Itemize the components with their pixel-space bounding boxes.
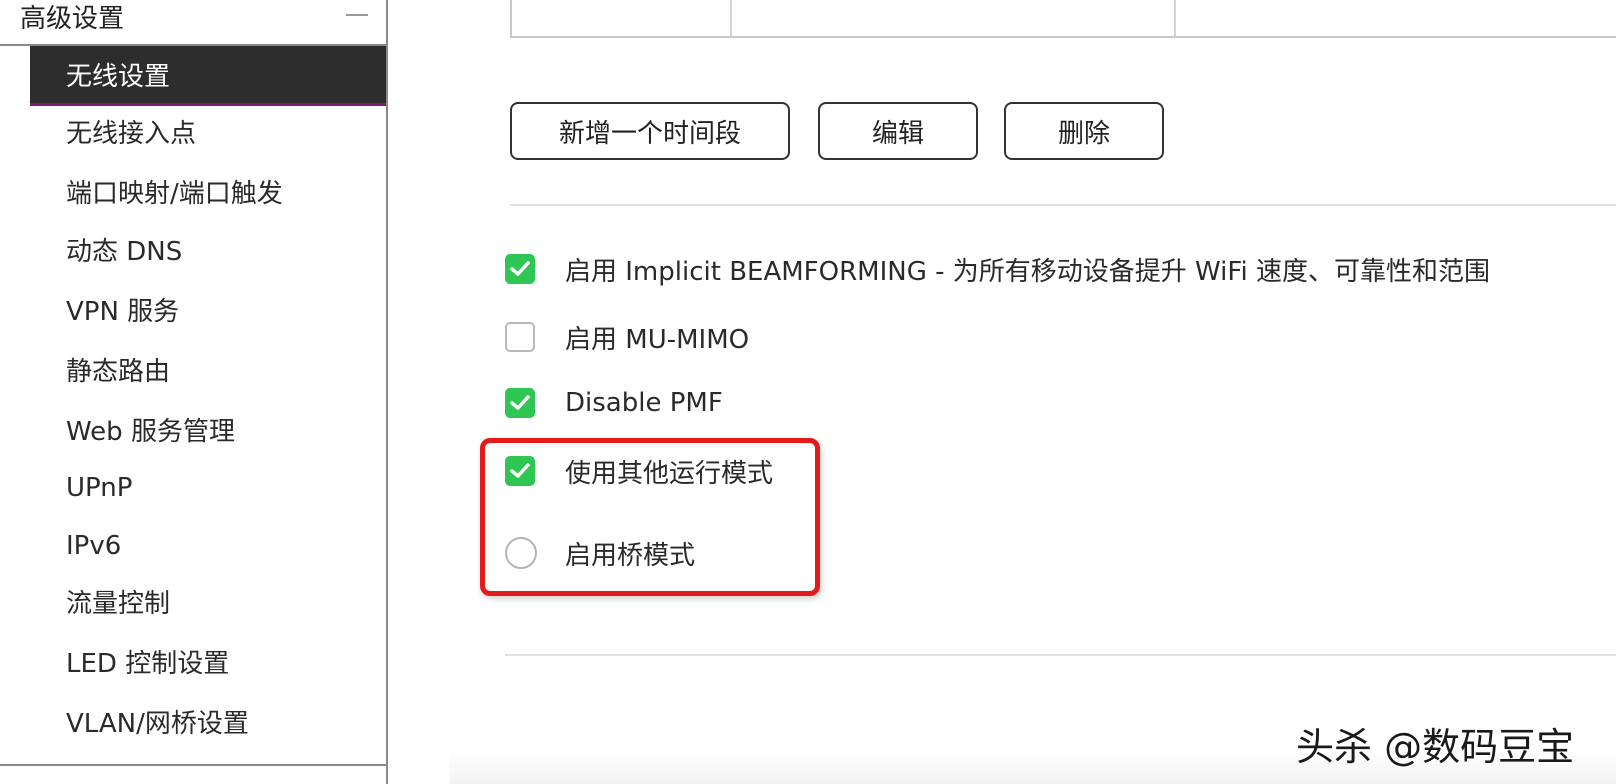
sidebar-item-wireless-settings[interactable]: 无线设置 [30,46,386,106]
sidebar-item-vlan-bridge[interactable]: VLAN/网桥设置 [66,704,249,744]
option-beamforming[interactable]: 启用 Implicit BEAMFORMING - 为所有移动设备提升 WiFi… [505,252,1490,287]
sidebar-item-web-services[interactable]: Web 服务管理 [66,412,235,452]
option-disable-pmf[interactable]: Disable PMF [505,386,723,420]
sidebar-item-ipv6[interactable]: IPv6 [66,526,121,566]
schedule-table [510,0,1616,38]
sidebar-item-access-point[interactable]: 无线接入点 [66,114,196,154]
checkbox-checked[interactable] [505,254,535,284]
sidebar-section-header[interactable]: 高级设置 [0,0,386,46]
option-label: 启用 MU-MIMO [565,324,750,355]
check-icon [510,261,530,276]
sidebar-item-static-routes[interactable]: 静态路由 [66,352,170,392]
checkbox-unchecked[interactable] [505,322,535,352]
check-icon [510,395,530,410]
sidebar-item-ddns[interactable]: 动态 DNS [66,232,182,272]
highlight-annotation-box [480,438,820,596]
delete-button[interactable]: 删除 [1004,102,1164,160]
option-label: 启用 Implicit BEAMFORMING - 为所有移动设备提升 WiFi… [565,256,1490,287]
table-column-divider [1174,0,1176,36]
checkbox-checked[interactable] [505,388,535,418]
sidebar-divider [0,764,386,766]
sidebar-item-label: 无线设置 [66,62,171,92]
section-divider [510,204,1616,206]
sidebar: 高级设置 无线设置 无线接入点 端口映射/端口触发 动态 DNS VPN 服务 … [0,0,388,784]
table-column-divider [730,0,732,36]
sidebar-item-led-control[interactable]: LED 控制设置 [66,644,229,684]
edit-button[interactable]: 编辑 [818,102,978,160]
collapse-icon[interactable] [346,14,368,16]
sidebar-item-port-forwarding[interactable]: 端口映射/端口触发 [66,174,283,214]
sidebar-item-vpn[interactable]: VPN 服务 [66,292,179,332]
watermark-text: 头杀 @数码豆宝 [1296,725,1575,769]
sidebar-item-traffic-control[interactable]: 流量控制 [66,584,170,624]
section-divider [505,654,1616,656]
option-label: Disable PMF [565,388,723,418]
sidebar-item-upnp[interactable]: UPnP [66,468,132,508]
add-schedule-button[interactable]: 新增一个时间段 [510,102,790,160]
option-mu-mimo[interactable]: 启用 MU-MIMO [505,320,749,355]
sidebar-section-title: 高级设置 [20,4,125,34]
